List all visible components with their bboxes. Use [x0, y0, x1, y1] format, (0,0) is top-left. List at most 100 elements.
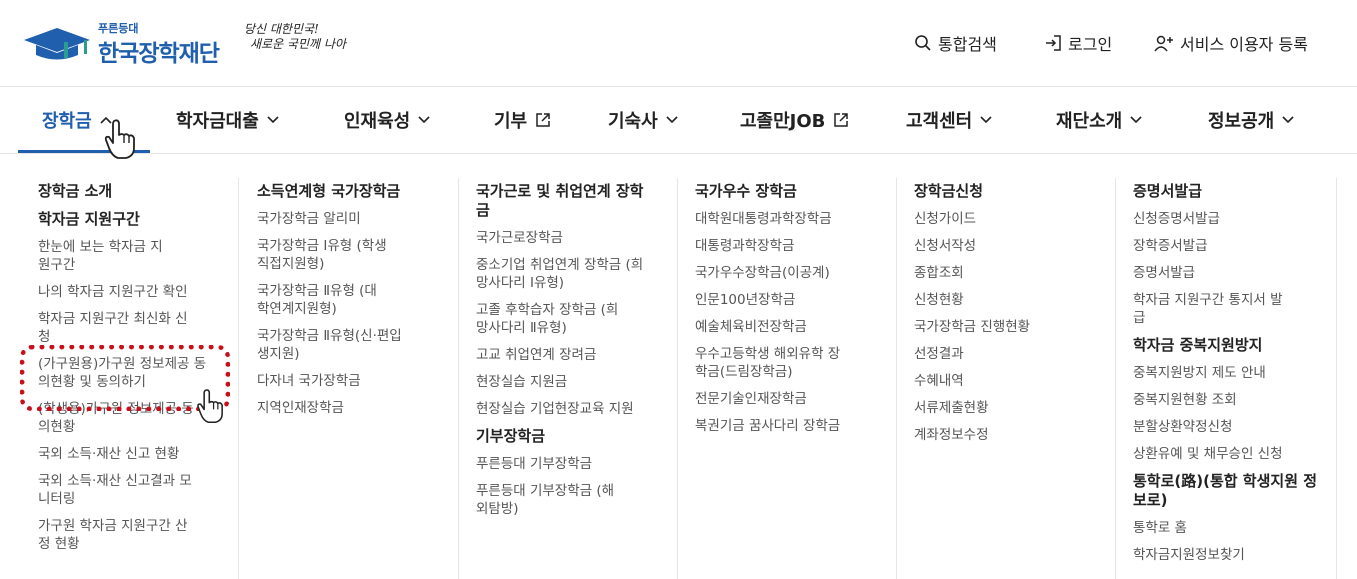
menu-heading[interactable]: 증명서발급	[1133, 182, 1329, 201]
menu-column-certificates: 증명서발급 신청증명서발급 장학증서발급 증명서발급 학자금 지원구간 통지서 …	[1133, 178, 1329, 579]
logo[interactable]: 푸른등대 한국장학재단	[22, 20, 232, 67]
register-label: 서비스 이용자 등록	[1180, 35, 1308, 54]
menu-link[interactable]: 우수고등학생 해외유학 장학금(드림장학금)	[695, 345, 845, 381]
search-label: 통합검색	[938, 35, 997, 54]
slogan-line: 당신 대한민국!	[244, 22, 319, 36]
menu-link[interactable]: 서류제출현황	[914, 399, 1104, 417]
chevron-down-icon	[418, 116, 430, 124]
menu-link[interactable]: 국가근로장학금	[476, 229, 666, 247]
menu-link[interactable]: 선정결과	[914, 345, 1104, 363]
menu-link[interactable]: 현장실습 기업현장교육 지원	[476, 400, 666, 418]
menu-link[interactable]: 복권기금 꿈사다리 장학금	[695, 417, 885, 435]
menu-link[interactable]: 예술체육비전장학금	[695, 318, 885, 336]
menu-link[interactable]: 한눈에 보는 학자금 지원구간	[38, 238, 168, 274]
column-divider	[238, 178, 239, 579]
external-link-icon	[834, 113, 849, 127]
menu-link[interactable]: 대통령과학장학금	[695, 237, 885, 255]
menu-link[interactable]: 학자금 지원구간 통지서 발급	[1133, 291, 1293, 327]
menu-link[interactable]: 종합조회	[914, 264, 1104, 282]
menu-link[interactable]: 학자금 지원구간 최신화 신청	[38, 310, 198, 346]
nav-about[interactable]: 재단소개	[1056, 107, 1142, 133]
menu-link[interactable]: 분할상환약정신청	[1133, 418, 1329, 436]
nav-label: 장학금	[42, 111, 92, 132]
slogan-line: 새로운 국민께 나아	[250, 37, 346, 51]
column-divider	[677, 178, 678, 579]
menu-link-household-consent[interactable]: (가구원용)가구원 정보제공 동의현황 및 동의하기	[38, 355, 210, 391]
menu-link[interactable]: 중복지원방지 제도 안내	[1133, 364, 1329, 382]
menu-column-work-study: 국가근로 및 취업연계 장학금 국가근로장학금 중소기업 취업연계 장학금 (희…	[476, 178, 666, 579]
menu-link[interactable]: 가구원 학자금 지원구간 산정 현황	[38, 517, 198, 553]
menu-heading[interactable]: 통학로(路)(통합 학생지원 정보로)	[1133, 472, 1323, 510]
nav-label: 고객센터	[906, 111, 973, 132]
chevron-down-icon	[980, 116, 992, 124]
menu-link[interactable]: 학자금지원정보찾기	[1133, 546, 1329, 564]
menu-link[interactable]: (학생용)가구원 정보제공 동의현황	[38, 400, 196, 436]
menu-link[interactable]: 국가장학금 진행현황	[914, 318, 1104, 336]
menu-heading[interactable]: 장학금신청	[914, 182, 1104, 201]
menu-link[interactable]: 통학로 홈	[1133, 519, 1329, 537]
menu-link[interactable]: 전문기술인재장학금	[695, 390, 885, 408]
menu-link[interactable]: 신청가이드	[914, 210, 1104, 228]
menu-heading[interactable]: 기부장학금	[476, 427, 666, 446]
menu-link[interactable]: 국가장학금 알리미	[257, 210, 447, 228]
menu-link[interactable]: 나의 학자금 지원구간 확인	[38, 283, 218, 301]
chevron-down-icon	[666, 116, 678, 124]
menu-link[interactable]: 국가우수장학금(이공계)	[695, 264, 885, 282]
register-button[interactable]: 서비스 이용자 등록	[1154, 32, 1308, 54]
menu-heading[interactable]: 국가근로 및 취업연계 장학금	[476, 182, 646, 220]
menu-link[interactable]: 현장실습 지원금	[476, 373, 666, 391]
menu-column-scholarship-intro: 장학금 소개 학자금 지원구간 한눈에 보는 학자금 지원구간 나의 학자금 지…	[38, 178, 218, 579]
menu-link[interactable]: 대학원대통령과학장학금	[695, 210, 885, 228]
menu-link[interactable]: 국외 소득·재산 신고 현황	[38, 445, 218, 463]
menu-link[interactable]: 중복지원현황 조회	[1133, 391, 1329, 409]
nav-highschool-job[interactable]: 고졸만JOB	[740, 107, 849, 133]
menu-heading[interactable]: 학자금 중복지원방지	[1133, 336, 1329, 355]
nav-talent[interactable]: 인재육성	[344, 107, 430, 133]
graduation-cap-icon	[24, 28, 90, 60]
menu-link[interactable]: 상환유예 및 채무승인 신청	[1133, 445, 1329, 463]
menu-link[interactable]: 수혜내역	[914, 372, 1104, 390]
pointer-hand-icon	[104, 119, 135, 159]
column-divider	[1115, 178, 1116, 579]
menu-link[interactable]: 고교 취업연계 장려금	[476, 346, 666, 364]
menu-link[interactable]: 푸른등대 기부장학금	[476, 455, 666, 473]
menu-link[interactable]: 장학증서발급	[1133, 237, 1329, 255]
search-button[interactable]: 통합검색	[914, 32, 997, 54]
menu-link[interactable]: 계좌정보수정	[914, 426, 1104, 444]
chevron-down-icon	[1282, 116, 1294, 124]
menu-link[interactable]: 지역인재장학금	[257, 399, 447, 417]
nav-label: 기부	[494, 111, 528, 132]
column-divider	[896, 178, 897, 579]
menu-link[interactable]: 신청현황	[914, 291, 1104, 309]
nav-customer-center[interactable]: 고객센터	[906, 107, 992, 133]
nav-donation[interactable]: 기부	[494, 107, 551, 133]
nav-disclosure[interactable]: 정보공개	[1208, 107, 1294, 133]
menu-link[interactable]: 다자녀 국가장학금	[257, 372, 447, 390]
menu-link[interactable]: 증명서발급	[1133, 264, 1329, 282]
column-divider	[1336, 178, 1337, 579]
column-divider	[458, 178, 459, 579]
menu-link[interactable]: 신청증명서발급	[1133, 210, 1329, 228]
nav-label: 고졸만JOB	[740, 111, 826, 132]
menu-column-national-scholarship: 소득연계형 국가장학금 국가장학금 알리미 국가장학금 Ⅰ유형 (학생직접지원형…	[257, 178, 447, 579]
nav-scholarship[interactable]: 장학금	[42, 107, 112, 133]
login-button[interactable]: 로그인	[1044, 32, 1112, 54]
menu-link[interactable]: 국가장학금 Ⅱ유형(신·편입생지원)	[257, 327, 407, 363]
login-label: 로그인	[1068, 35, 1113, 54]
main-nav: 장학금 학자금대출 인재육성 기부 기숙사 고졸만JOB 고객센터 재단소개 정…	[0, 87, 1357, 154]
menu-link[interactable]: 푸른등대 기부장학금 (해외탐방)	[476, 482, 616, 518]
menu-link[interactable]: 신청서작성	[914, 237, 1104, 255]
menu-heading[interactable]: 학자금 지원구간	[38, 210, 218, 229]
menu-column-excellence-scholarship: 국가우수 장학금 대학원대통령과학장학금 대통령과학장학금 국가우수장학금(이공…	[695, 178, 885, 579]
menu-link[interactable]: 국외 소득·재산 신고결과 모니터링	[38, 472, 198, 508]
menu-heading[interactable]: 국가우수 장학금	[695, 182, 885, 201]
menu-heading[interactable]: 장학금 소개	[38, 182, 218, 201]
menu-link[interactable]: 국가장학금 Ⅱ유형 (대학연계지원형)	[257, 282, 387, 318]
menu-link[interactable]: 인문100년장학금	[695, 291, 885, 309]
menu-link[interactable]: 고졸 후학습자 장학금 (희망사다리 Ⅱ유형)	[476, 301, 626, 337]
nav-dormitory[interactable]: 기숙사	[608, 107, 678, 133]
menu-heading[interactable]: 소득연계형 국가장학금	[257, 182, 447, 201]
menu-link[interactable]: 국가장학금 Ⅰ유형 (학생직접지원형)	[257, 237, 387, 273]
menu-link[interactable]: 중소기업 취업연계 장학금 (희망사다리 Ⅰ유형)	[476, 256, 644, 292]
nav-loan[interactable]: 학자금대출	[176, 107, 279, 133]
